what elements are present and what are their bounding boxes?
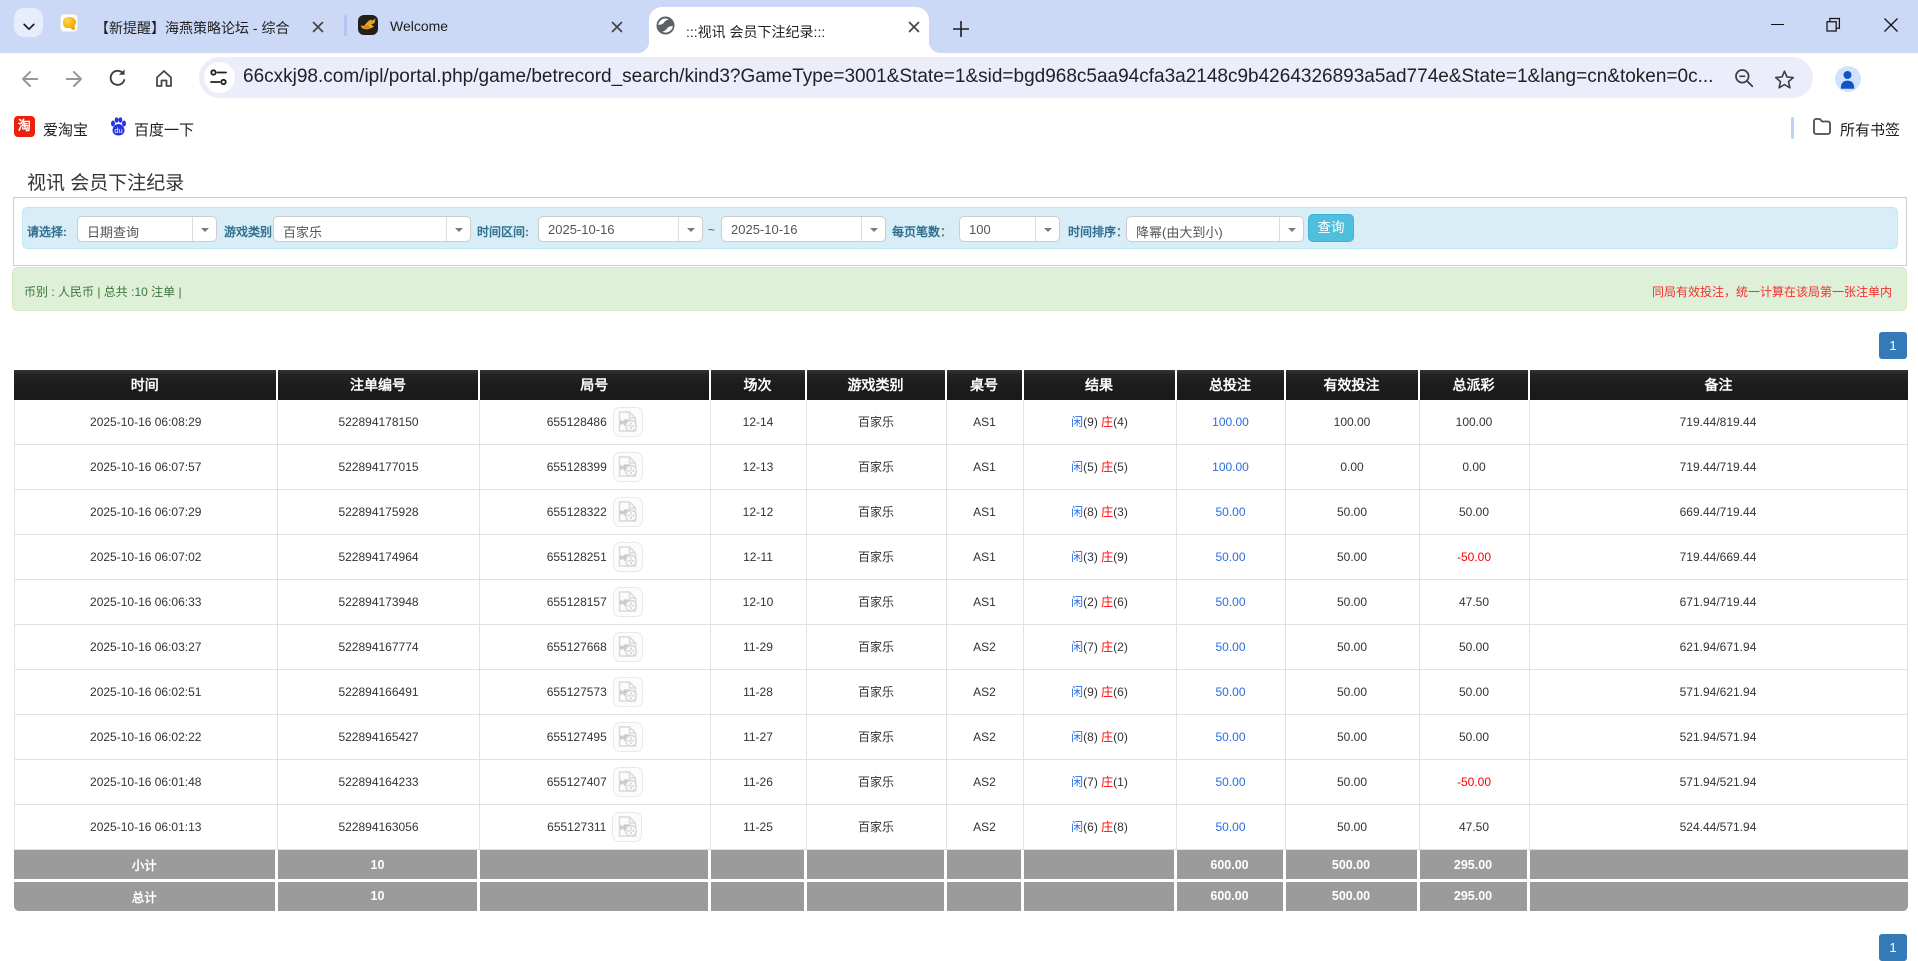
svg-text:du: du [114, 126, 122, 135]
